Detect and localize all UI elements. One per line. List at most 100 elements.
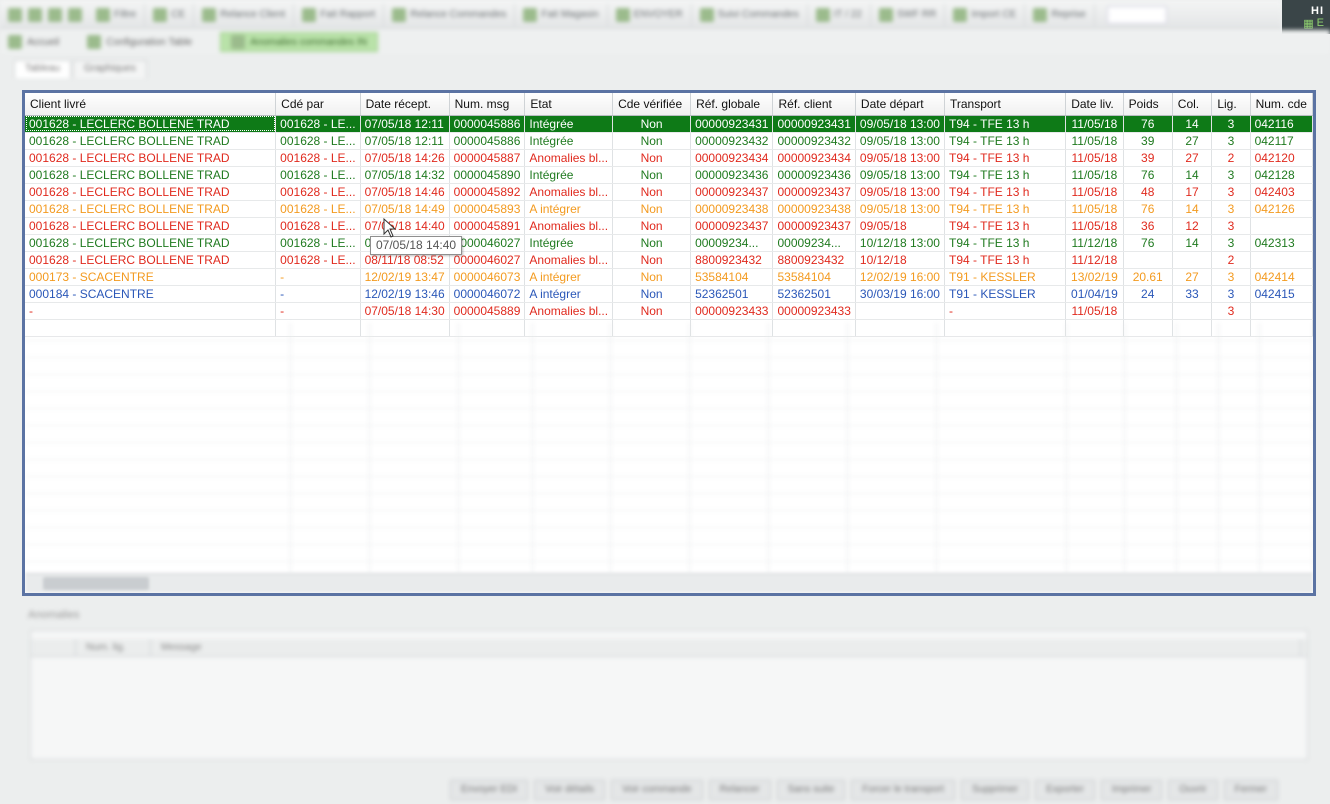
cell-etat[interactable]: A intégrer: [524, 200, 614, 218]
cell-date-recept[interactable]: 07/05/18 14:49: [360, 200, 450, 218]
cell-cde-par[interactable]: 001628 - LE...: [275, 132, 361, 150]
cell-date-liv[interactable]: 11/05/18: [1065, 132, 1124, 150]
cell-poids[interactable]: 36: [1123, 217, 1173, 235]
action-button-imprimer[interactable]: Imprimer: [1100, 780, 1163, 800]
cell-transport[interactable]: T94 - TFE 13 h: [944, 183, 1067, 201]
cell-num-cde[interactable]: 042126: [1250, 200, 1313, 218]
cell-date-liv[interactable]: 01/04/19: [1065, 285, 1124, 303]
column-header-date-liv[interactable]: Date liv.: [1065, 93, 1124, 116]
cell-num-msg[interactable]: 0000045890: [449, 166, 526, 184]
grid-horizontal-scrollbar[interactable]: [25, 573, 1313, 593]
action-button-fermer[interactable]: Fermer: [1223, 780, 1278, 800]
anomalies-column-empty[interactable]: [31, 639, 76, 656]
cell-cde-verifiee[interactable]: Non: [612, 149, 692, 167]
cell-cde-par[interactable]: 001628 - LE...: [275, 149, 361, 167]
cell-num-msg[interactable]: 0000045887: [449, 149, 526, 167]
cell-client-livre[interactable]: 001628 - LECLERC BOLLENE TRAD: [25, 200, 277, 218]
cell-client-livre[interactable]: 001628 - LECLERC BOLLENE TRAD: [25, 217, 277, 235]
cell-transport[interactable]: T94 - TFE 13 h: [944, 200, 1067, 218]
cell-client-livre[interactable]: 001628 - LECLERC BOLLENE TRAD: [25, 234, 277, 252]
cell-col[interactable]: 14: [1172, 234, 1213, 252]
cell-cde-verifiee[interactable]: Non: [612, 302, 692, 320]
cell-ref-client[interactable]: 00000923431: [772, 115, 856, 133]
cell-cde-verifiee[interactable]: Non: [612, 268, 692, 286]
cell-cde-par[interactable]: 001628 - LE...: [275, 234, 361, 252]
cell-cde-par[interactable]: -: [275, 268, 361, 286]
print-icon[interactable]: [68, 7, 82, 22]
cell-num-cde[interactable]: [1250, 217, 1313, 235]
cell-col[interactable]: 27: [1172, 132, 1213, 150]
cell-date-liv[interactable]: 11/05/18: [1065, 149, 1124, 167]
table-row[interactable]: 001628 - LECLERC BOLLENE TRAD 001628 - LE…: [25, 166, 1313, 184]
cell-ref-client[interactable]: 00000923437: [772, 183, 856, 201]
cell-ref-client[interactable]: 53584104: [772, 268, 856, 286]
cell-lig[interactable]: 3: [1211, 183, 1251, 201]
action-button-supprimer[interactable]: Supprimer: [960, 780, 1030, 800]
cell-col[interactable]: [1172, 302, 1213, 320]
anomalies-column-message[interactable]: Message: [151, 639, 1301, 656]
action-button-forcer-le-transport[interactable]: Forcer le transport: [851, 780, 955, 800]
column-header-cde-par[interactable]: Cdé par: [275, 93, 361, 116]
cell-poids[interactable]: [1123, 251, 1173, 269]
nav-button-configuration-table[interactable]: Configuration Table: [87, 35, 192, 49]
cell-etat[interactable]: Intégrée: [524, 115, 614, 133]
column-header-etat[interactable]: Etat: [524, 93, 614, 116]
cell-ref-globale[interactable]: 00000923432: [690, 132, 774, 150]
cell-cde-verifiee[interactable]: Non: [612, 132, 692, 150]
table-row[interactable]: 001628 - LECLERC BOLLENE TRAD 001628 - LE…: [25, 251, 1313, 269]
cell-cde-par[interactable]: 001628 - LE...: [275, 251, 361, 269]
cell-col[interactable]: 14: [1172, 200, 1213, 218]
cell-poids[interactable]: 48: [1123, 183, 1173, 201]
column-header-num-msg[interactable]: Num. msg: [449, 93, 526, 116]
action-button-voir-details[interactable]: Voir détails: [534, 780, 606, 800]
cell-num-msg[interactable]: 0000045892: [449, 183, 526, 201]
toolbar-button-it-22[interactable]: IT / 22: [808, 3, 871, 26]
cell-num-cde[interactable]: 042414: [1250, 268, 1313, 286]
cell-poids[interactable]: 39: [1123, 132, 1173, 150]
cell-num-cde[interactable]: [1250, 251, 1313, 269]
toolbar-button-reprise[interactable]: Reprise: [1025, 3, 1095, 26]
cell-cde-par[interactable]: 001628 - LE...: [275, 217, 361, 235]
cell-num-msg[interactable]: 0000045889: [449, 302, 526, 320]
cell-client-livre[interactable]: 001628 - LECLERC BOLLENE TRAD: [25, 149, 277, 167]
cell-num-msg[interactable]: 0000046073: [449, 268, 526, 286]
column-header-lig[interactable]: Lig.: [1211, 93, 1251, 116]
toolbar-button-suivi-commandes[interactable]: Suivi Commandes: [692, 3, 808, 26]
cell-num-msg[interactable]: 0000045886: [449, 132, 526, 150]
cell-ref-globale[interactable]: 00000923431: [690, 115, 774, 133]
cell-date-depart[interactable]: 10/12/18 13:00: [855, 234, 945, 252]
cell-cde-par[interactable]: 001628 - LE...: [275, 115, 361, 133]
cell-ref-globale[interactable]: 00000923433: [690, 302, 774, 320]
table-row[interactable]: 001628 - LECLERC BOLLENE TRAD 001628 - LE…: [25, 183, 1313, 201]
cell-lig[interactable]: 2: [1211, 149, 1251, 167]
cell-date-recept[interactable]: 07/05/18 14:26: [360, 149, 450, 167]
cell-ref-globale[interactable]: 00000923434: [690, 149, 774, 167]
cell-col[interactable]: 33: [1172, 285, 1213, 303]
cell-poids[interactable]: 24: [1123, 285, 1173, 303]
cell-client-livre[interactable]: 001628 - LECLERC BOLLENE TRAD: [25, 115, 277, 133]
cell-ref-client[interactable]: 52362501: [772, 285, 856, 303]
cell-client-livre[interactable]: 001628 - LECLERC BOLLENE TRAD: [25, 183, 277, 201]
table-row[interactable]: 001628 - LECLERC BOLLENE TRAD 001628 - LE…: [25, 132, 1313, 150]
cell-col[interactable]: [1172, 251, 1213, 269]
toolbar-button-fait-magasin[interactable]: Fait Magasin: [515, 3, 608, 26]
cell-date-depart[interactable]: 09/05/18 13:00: [855, 149, 945, 167]
cell-client-livre[interactable]: -: [25, 302, 277, 320]
cell-date-depart[interactable]: 09/05/18 13:00: [855, 132, 945, 150]
cell-ref-client[interactable]: 00000923434: [772, 149, 856, 167]
cell-col[interactable]: 14: [1172, 166, 1213, 184]
cell-num-cde[interactable]: [1250, 302, 1313, 320]
cell-ref-globale[interactable]: 8800923432: [690, 251, 774, 269]
cell-etat[interactable]: Intégrée: [524, 132, 614, 150]
cell-poids[interactable]: 76: [1123, 166, 1173, 184]
cell-cde-par[interactable]: 001628 - LE...: [275, 200, 361, 218]
cell-etat[interactable]: Intégrée: [524, 234, 614, 252]
cell-num-cde[interactable]: 042120: [1250, 149, 1313, 167]
cell-num-cde[interactable]: 042415: [1250, 285, 1313, 303]
tab-graphiques[interactable]: Graphiques: [73, 60, 147, 78]
tab-tableau[interactable]: Tableau: [14, 60, 72, 78]
cell-ref-globale[interactable]: 00000923437: [690, 217, 774, 235]
cell-poids[interactable]: [1123, 302, 1173, 320]
cell-cde-verifiee[interactable]: Non: [612, 251, 692, 269]
cell-transport[interactable]: T94 - TFE 13 h: [944, 149, 1067, 167]
